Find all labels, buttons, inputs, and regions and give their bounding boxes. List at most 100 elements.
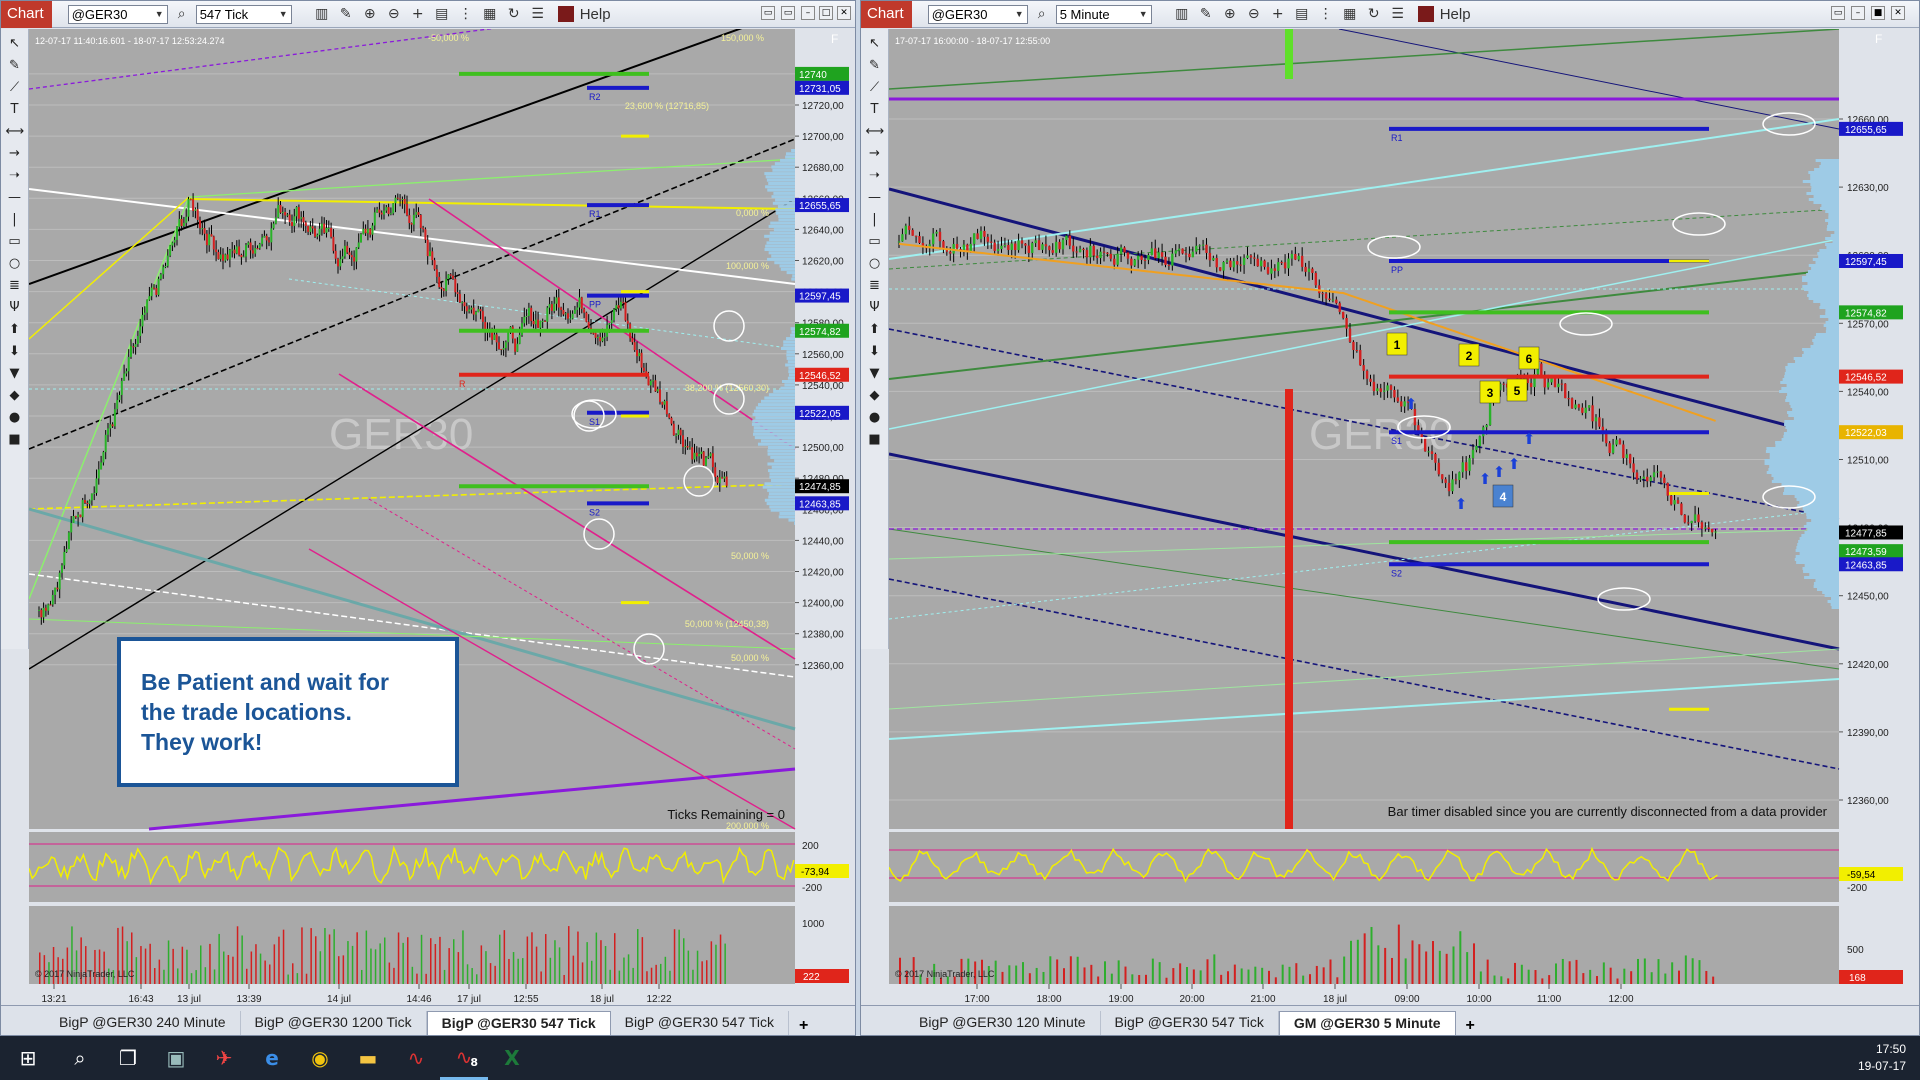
rectangle-icon[interactable]: ▭ — [6, 233, 24, 251]
arrow-icon[interactable]: ➝ — [866, 167, 884, 185]
pitchfork-icon[interactable]: Ψ — [866, 299, 884, 317]
horizontal-line-icon[interactable]: — — [866, 189, 884, 207]
search-icon[interactable]: ⌕ — [56, 1036, 104, 1080]
text-icon[interactable]: T — [866, 101, 884, 119]
pencil-icon[interactable]: ✎ — [866, 57, 884, 75]
strategies-icon[interactable]: ▦ — [1340, 4, 1360, 24]
ruler-icon[interactable]: ⟋ — [6, 79, 24, 97]
app-icon[interactable]: ✈ — [200, 1036, 248, 1080]
indicators-icon[interactable]: ⋮ — [456, 4, 476, 24]
tile-icon[interactable]: ▭ — [761, 6, 775, 20]
right-chart-menu-button[interactable]: Chart — [861, 1, 912, 28]
left-chart-panel[interactable]: 12740,0012720,0012700,0012680,0012660,00… — [29, 29, 856, 1012]
left-chart-menu-button[interactable]: Chart — [1, 1, 52, 28]
ray-icon[interactable]: → — [6, 145, 24, 163]
tab-left-2[interactable]: BigP @GER30 547 Tick — [426, 1011, 611, 1035]
zoom-out-icon[interactable]: ⊖ — [1244, 4, 1264, 24]
zoom-out-icon[interactable]: ⊖ — [384, 4, 404, 24]
right-help-menu[interactable]: Help — [1440, 6, 1471, 23]
tab-right-1[interactable]: BigP @GER30 547 Tick — [1101, 1011, 1279, 1035]
tile-icon[interactable]: ▭ — [1831, 6, 1845, 20]
rectangle-icon[interactable]: ▭ — [866, 233, 884, 251]
pencil-icon[interactable]: ✎ — [6, 57, 24, 75]
vertical-line-icon[interactable]: | — [866, 211, 884, 229]
right-chart-panel[interactable]: 12660,0012630,0012600,0012570,0012540,00… — [889, 29, 1919, 1012]
add-tab-button[interactable]: + — [789, 1015, 818, 1035]
ellipse-icon[interactable]: ○ — [866, 255, 884, 273]
close-icon[interactable]: ✕ — [1891, 6, 1905, 20]
left-help-menu[interactable]: Help — [580, 6, 611, 23]
windows-start-icon[interactable]: ⊞ — [0, 1036, 56, 1080]
tab-left-1[interactable]: BigP @GER30 1200 Tick — [241, 1011, 427, 1035]
minimize-icon[interactable]: – — [801, 6, 815, 20]
diamond-icon[interactable]: ◆ — [6, 387, 24, 405]
right-instrument-select[interactable]: @GER30 ▼ — [927, 4, 1028, 24]
folder-icon[interactable]: ▬ — [344, 1036, 392, 1080]
crosshair-icon[interactable]: + — [1268, 4, 1288, 24]
pencil-icon[interactable]: ✎ — [1196, 4, 1216, 24]
zoom-in-icon[interactable]: ⊕ — [360, 4, 380, 24]
list-icon[interactable]: ☰ — [528, 4, 548, 24]
ninjatrader-icon[interactable]: ∿ — [392, 1036, 440, 1080]
crosshair-icon[interactable]: + — [408, 4, 428, 24]
triangle-icon[interactable]: ▼ — [6, 365, 24, 383]
refresh-icon[interactable]: ↻ — [1364, 4, 1384, 24]
tab-right-2[interactable]: GM @GER30 5 Minute — [1278, 1011, 1456, 1035]
fib-icon[interactable]: ≣ — [6, 277, 24, 295]
arrow-up-icon[interactable]: ⬆ — [866, 321, 884, 339]
left-instrument-select[interactable]: @GER30 ▼ — [67, 4, 168, 24]
strategies-icon[interactable]: ▦ — [480, 4, 500, 24]
pointer-icon[interactable]: ↖ — [866, 35, 884, 53]
diamond-icon[interactable]: ◆ — [866, 387, 884, 405]
line-icon[interactable]: ⟷ — [866, 123, 885, 141]
horizontal-line-icon[interactable]: — — [6, 189, 24, 207]
ray-icon[interactable]: → — [866, 145, 884, 163]
maximize-icon[interactable]: ■ — [1871, 6, 1885, 20]
tab-left-0[interactable]: BigP @GER30 240 Minute — [45, 1011, 241, 1035]
left-interval-select[interactable]: 547 Tick ▼ — [195, 4, 292, 24]
indicators-icon[interactable]: ⋮ — [1316, 4, 1336, 24]
arrow-up-icon[interactable]: ⬆ — [6, 321, 24, 339]
add-tab-button[interactable]: + — [1456, 1015, 1485, 1035]
dot-icon[interactable]: ● — [866, 409, 884, 427]
square-icon[interactable]: ■ — [866, 431, 884, 449]
triangle-icon[interactable]: ▼ — [866, 365, 884, 383]
edge-icon[interactable]: e — [248, 1036, 296, 1080]
search-icon[interactable]: ⌕ — [1032, 4, 1052, 24]
tab-right-0[interactable]: BigP @GER30 120 Minute — [905, 1011, 1101, 1035]
tab-left-3[interactable]: BigP @GER30 547 Tick — [611, 1011, 790, 1035]
maximize-icon[interactable]: □ — [819, 6, 833, 20]
text-icon[interactable]: T — [6, 101, 24, 119]
properties-icon[interactable]: ▤ — [1292, 4, 1312, 24]
ninjatrader-open-icon[interactable]: ∿ 8 — [440, 1036, 488, 1080]
line-icon[interactable]: ⟷ — [6, 123, 25, 141]
arrow-down-icon[interactable]: ⬇ — [866, 343, 884, 361]
ellipse-icon[interactable]: ○ — [6, 255, 24, 273]
ruler-icon[interactable]: ⟋ — [866, 79, 884, 97]
minimize-icon[interactable]: – — [1851, 6, 1865, 20]
tile-icon[interactable]: ▭ — [781, 6, 795, 20]
search-icon[interactable]: ⌕ — [172, 4, 192, 24]
bar-type-icon[interactable]: ▥ — [312, 4, 332, 24]
app-icon[interactable]: ▣ — [152, 1036, 200, 1080]
right-interval-select[interactable]: 5 Minute ▼ — [1055, 4, 1152, 24]
zoom-in-icon[interactable]: ⊕ — [1220, 4, 1240, 24]
system-clock[interactable]: 17:50 19-07-17 — [1858, 1041, 1906, 1075]
arrow-down-icon[interactable]: ⬇ — [6, 343, 24, 361]
task-view-icon[interactable]: ❐ — [104, 1036, 152, 1080]
square-icon[interactable]: ■ — [6, 431, 24, 449]
vertical-line-icon[interactable]: | — [6, 211, 24, 229]
chrome-icon[interactable]: ◉ — [296, 1036, 344, 1080]
excel-icon[interactable]: X — [488, 1036, 536, 1080]
list-icon[interactable]: ☰ — [1388, 4, 1408, 24]
dot-icon[interactable]: ● — [6, 409, 24, 427]
bar-type-icon[interactable]: ▥ — [1172, 4, 1192, 24]
properties-icon[interactable]: ▤ — [432, 4, 452, 24]
arrow-icon[interactable]: ➝ — [6, 167, 24, 185]
pitchfork-icon[interactable]: Ψ — [6, 299, 24, 317]
fib-icon[interactable]: ≣ — [866, 277, 884, 295]
close-icon[interactable]: ✕ — [837, 6, 851, 20]
pencil-icon[interactable]: ✎ — [336, 4, 356, 24]
pointer-icon[interactable]: ↖ — [6, 35, 24, 53]
refresh-icon[interactable]: ↻ — [504, 4, 524, 24]
